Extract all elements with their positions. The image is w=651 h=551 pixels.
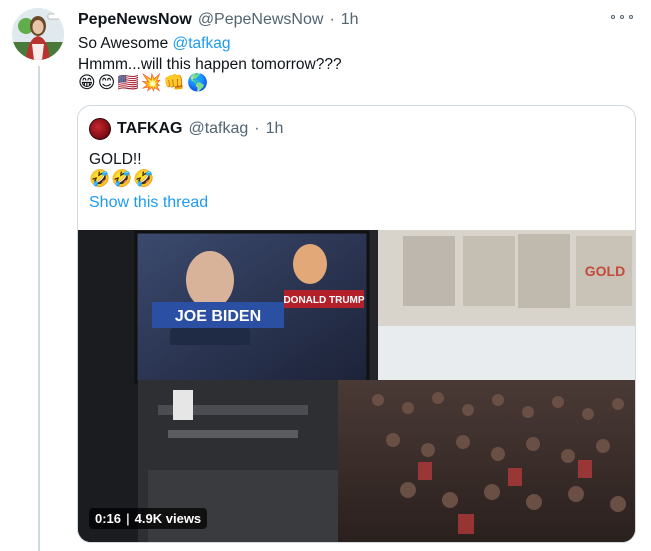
quoted-tweet-timestamp[interactable]: 1h (266, 120, 284, 138)
fist-emoji-icon: 👊 (163, 73, 185, 92)
quoted-author-handle[interactable]: @tafkag (188, 120, 248, 138)
video-frame-image: GOLD JOE BIDEN DONALD TRUMP (78, 230, 635, 542)
header-separator: · (329, 11, 335, 28)
video-overlay-separator: | (126, 511, 130, 526)
grinning-emoji-icon: 😁 (78, 73, 96, 92)
tweet-text-prefix: So Awesome (78, 35, 173, 52)
rofl-emoji-icon: 🤣 (89, 169, 111, 188)
wall-poster-text: GOLD (585, 263, 625, 279)
tweet-body: So Awesome @tafkag Hmmm...will this happ… (78, 33, 342, 75)
quoted-author-avatar[interactable] (89, 118, 111, 140)
quoted-tweet-header: TAFKAG @tafkag · 1h (89, 118, 283, 140)
tweet-emoji-row: 😁 😊 🇺🇸 💥 👊 🌎 (78, 73, 208, 93)
video-stats-overlay: 0:16 | 4.9K views (89, 508, 208, 529)
tweet-header: PepeNewsNow @PepeNewsNow · 1h (78, 9, 359, 31)
more-dot-icon (611, 15, 615, 19)
smiling-emoji-icon: 😊 (97, 73, 116, 92)
quoted-tweet-card[interactable]: TAFKAG @tafkag · 1h GOLD!! 🤣 🤣 🤣 Show th… (77, 105, 636, 543)
more-dot-icon (620, 15, 624, 19)
rofl-emoji-icon: 🤣 (133, 169, 155, 188)
tv-caption-left: JOE BIDEN (175, 308, 261, 325)
tweet-text-line-1: So Awesome @tafkag (78, 33, 342, 54)
quoted-tweet-emoji-row: 🤣 🤣 🤣 (89, 169, 155, 189)
quoted-header-separator: · (254, 120, 260, 137)
rofl-emoji-icon: 🤣 (111, 169, 133, 188)
quoted-tweet-text: GOLD!! (89, 151, 142, 168)
tweet-text-line-2: Hmmm...will this happen tomorrow??? (78, 56, 342, 73)
thread-connector-line (38, 66, 40, 551)
mention-link[interactable]: @tafkag (173, 35, 231, 52)
author-display-name[interactable]: PepeNewsNow (78, 11, 192, 29)
collision-emoji-icon: 💥 (140, 73, 162, 92)
tv-caption-right: DONALD TRUMP (283, 295, 364, 306)
globe-emoji-icon: 🌎 (186, 73, 209, 92)
quoted-author-display-name[interactable]: TAFKAG (117, 120, 182, 138)
author-handle[interactable]: @PepeNewsNow (198, 11, 324, 29)
video-timestamp: 0:16 (95, 511, 122, 526)
show-thread-link[interactable]: Show this thread (89, 194, 208, 212)
more-dot-icon (629, 15, 633, 19)
video-view-count: 4.9K views (134, 511, 202, 526)
more-options-icon[interactable] (611, 10, 633, 24)
author-avatar[interactable] (12, 8, 64, 60)
avatar-image (12, 8, 64, 60)
us-flag-emoji-icon: 🇺🇸 (117, 73, 139, 92)
video-player[interactable]: GOLD JOE BIDEN DONALD TRUMP 0:16 | 4.9K … (78, 230, 635, 542)
tweet-timestamp[interactable]: 1h (341, 11, 359, 29)
